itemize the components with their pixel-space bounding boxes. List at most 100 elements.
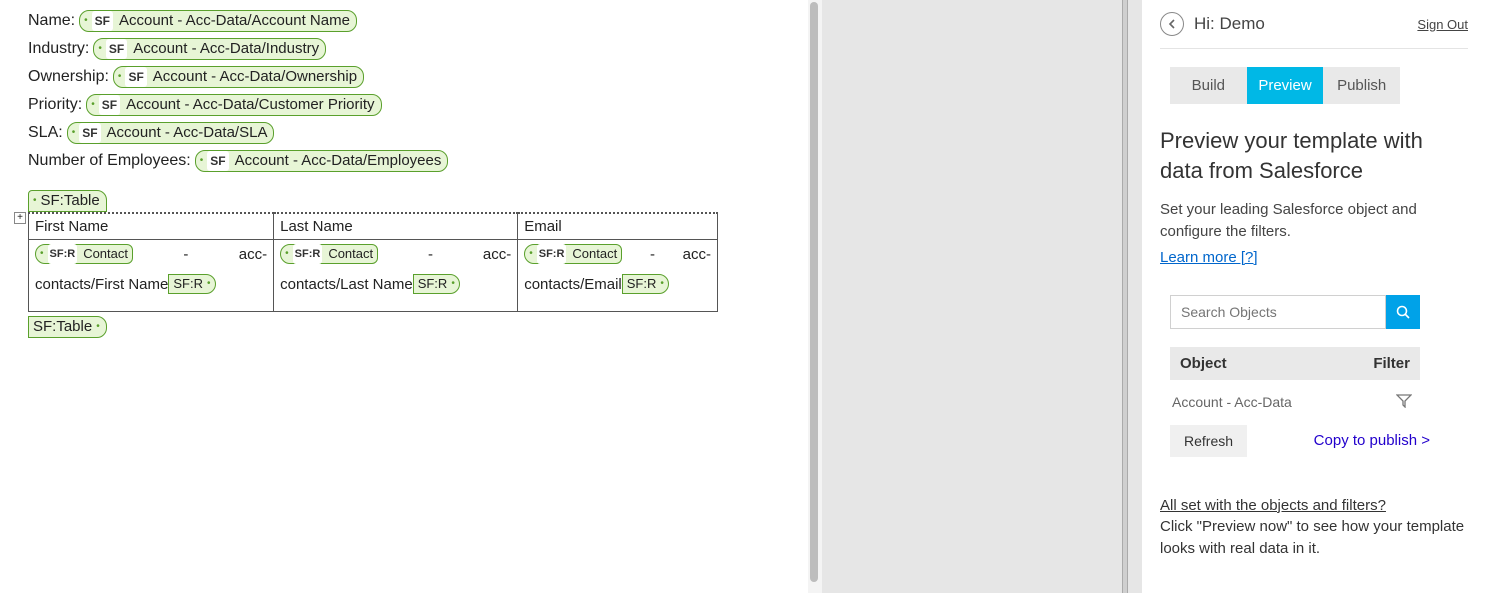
field-ownership: Ownership: SF Account - Acc-Data/Ownersh…: [28, 66, 808, 88]
search-row: [1170, 295, 1420, 329]
done-line1: All set with the objects and filters?: [1160, 497, 1386, 514]
sf-table-block: + SF:Table First Name Last Name Email: [28, 190, 808, 338]
sf-token-account-name[interactable]: SF Account - Acc-Data/Account Name: [79, 10, 357, 32]
cell-firstname[interactable]: SF:R Contact - acc- contacts/First Name …: [29, 240, 274, 312]
sfr-suffix: acc-: [239, 246, 267, 263]
sf-table-open-token[interactable]: SF:Table: [28, 190, 107, 212]
sf-token-text: Account - Acc-Data/Industry: [133, 39, 319, 59]
sf-badge-icon: SF: [99, 95, 120, 115]
refresh-button[interactable]: Refresh: [1170, 425, 1247, 457]
sf-table-close-text: SF:Table: [33, 317, 92, 337]
sf-table-close-token[interactable]: SF:Table: [28, 316, 107, 338]
sfr-badge-icon: SF:R: [537, 244, 567, 264]
sfr-obj: Contact: [83, 244, 128, 264]
learn-more-link[interactable]: Learn more [?]: [1160, 247, 1258, 269]
field-label: Name:: [28, 12, 75, 30]
copy-to-publish-link[interactable]: Copy to publish >: [1314, 432, 1430, 449]
sfr-badge-icon: SF:R: [48, 244, 78, 264]
search-input[interactable]: [1170, 295, 1386, 329]
sf-token-industry[interactable]: SF Account - Acc-Data/Industry: [93, 38, 326, 60]
done-line2: Click "Preview now" to see how your temp…: [1160, 518, 1464, 557]
field-name: Name: SF Account - Acc-Data/Account Name: [28, 10, 808, 32]
sf-table-open-text: SF:Table: [41, 191, 100, 211]
taskpane-body-text: Set your leading Salesforce object and c…: [1160, 201, 1417, 240]
sf-token-text: Account - Acc-Data/Ownership: [153, 67, 357, 87]
sf-badge-icon: SF: [106, 39, 127, 59]
pane-divider[interactable]: [1122, 0, 1128, 593]
cell-lastname[interactable]: SF:R Contact - acc- contacts/Last Name S…: [274, 240, 518, 312]
field-label: SLA:: [28, 124, 63, 142]
sfr-close-token[interactable]: SF:R: [168, 274, 215, 294]
sfr-badge-icon: SF:R: [293, 244, 323, 264]
sf-token-text: Account - Acc-Data/SLA: [107, 123, 268, 143]
tab-preview[interactable]: Preview: [1247, 67, 1324, 104]
sfr-suffix: acc-: [483, 246, 511, 263]
sign-out-link[interactable]: Sign Out: [1417, 17, 1468, 32]
sf-badge-icon: SF: [125, 67, 146, 87]
col-header-email: Email: [518, 213, 718, 240]
editor-region: Name: SF Account - Acc-Data/Account Name…: [0, 0, 808, 593]
taskpane-greeting: Hi: Demo: [1194, 14, 1265, 34]
back-button[interactable]: [1160, 12, 1184, 36]
sf-table: First Name Last Name Email SF:R Contact: [28, 212, 718, 312]
sfr-open-token[interactable]: SF:R Contact: [524, 244, 622, 264]
object-row[interactable]: Account - Acc-Data: [1170, 380, 1420, 425]
col-header-filter: Filter: [1373, 355, 1410, 372]
field-sla: SLA: SF Account - Acc-Data/SLA: [28, 122, 808, 144]
tab-build[interactable]: Build: [1170, 67, 1247, 104]
sf-badge-icon: SF: [79, 123, 100, 143]
search-icon: [1395, 304, 1411, 320]
object-table-header: Object Filter: [1170, 347, 1420, 380]
cell-path: contacts/Email: [524, 276, 622, 293]
dash: -: [650, 246, 655, 263]
expand-handle[interactable]: +: [14, 212, 26, 224]
col-header-lastname: Last Name: [274, 213, 518, 240]
taskpane-body: Set your leading Salesforce object and c…: [1160, 199, 1468, 268]
sf-badge-icon: SF: [207, 151, 228, 171]
segmented-tabs: Build Preview Publish: [1170, 67, 1400, 104]
filter-icon[interactable]: [1396, 394, 1412, 411]
sfr-suffix: acc-: [683, 246, 711, 263]
table-row: SF:R Contact - acc- contacts/First Name …: [29, 240, 718, 312]
cell-path: contacts/Last Name: [280, 276, 413, 293]
sf-badge-icon: SF: [92, 11, 113, 31]
sfr-close-text: SF:R: [418, 274, 448, 294]
done-block: All set with the objects and filters? Cl…: [1160, 495, 1468, 560]
sfr-obj: Contact: [572, 244, 617, 264]
field-label: Ownership:: [28, 68, 109, 86]
sf-token-ownership[interactable]: SF Account - Acc-Data/Ownership: [113, 66, 364, 88]
tab-publish[interactable]: Publish: [1323, 67, 1400, 104]
sfr-close-token[interactable]: SF:R: [622, 274, 669, 294]
sf-token-text: Account - Acc-Data/Customer Priority: [126, 95, 374, 115]
object-row-name: Account - Acc-Data: [1172, 394, 1396, 410]
cell-path: contacts/First Name: [35, 276, 168, 293]
chevron-left-icon: [1167, 19, 1177, 29]
middle-gutter: [808, 0, 1142, 593]
sfr-open-token[interactable]: SF:R Contact: [35, 244, 133, 264]
sf-table-open-tag: SF:Table: [28, 190, 808, 212]
sfr-close-text: SF:R: [627, 274, 657, 294]
col-header-firstname: First Name: [29, 213, 274, 240]
sfr-close-text: SF:R: [173, 274, 203, 294]
col-header-object: Object: [1180, 355, 1373, 372]
sf-token-text: Account - Acc-Data/Employees: [235, 151, 442, 171]
scrollbar-thumb[interactable]: [810, 2, 818, 582]
taskpane-heading: Preview your template with data from Sal…: [1160, 126, 1468, 185]
sf-token-text: Account - Acc-Data/Account Name: [119, 11, 350, 31]
field-priority: Priority: SF Account - Acc-Data/Customer…: [28, 94, 808, 116]
dash: -: [183, 246, 188, 263]
editor-content: Name: SF Account - Acc-Data/Account Name…: [14, 10, 808, 338]
field-label: Industry:: [28, 40, 89, 58]
dash: -: [428, 246, 433, 263]
scrollbar-track[interactable]: [808, 0, 822, 593]
sf-token-sla[interactable]: SF Account - Acc-Data/SLA: [67, 122, 275, 144]
search-button[interactable]: [1386, 295, 1420, 329]
taskpane-header: Hi: Demo Sign Out: [1160, 8, 1468, 49]
sfr-close-token[interactable]: SF:R: [413, 274, 460, 294]
sfr-open-token[interactable]: SF:R Contact: [280, 244, 378, 264]
actions-row: Refresh Copy to publish >: [1170, 425, 1430, 457]
sf-token-priority[interactable]: SF Account - Acc-Data/Customer Priority: [86, 94, 381, 116]
sf-token-employees[interactable]: SF Account - Acc-Data/Employees: [195, 150, 449, 172]
cell-email[interactable]: SF:R Contact - acc- contacts/Email SF:R: [518, 240, 718, 312]
table-header-row: First Name Last Name Email: [29, 213, 718, 240]
